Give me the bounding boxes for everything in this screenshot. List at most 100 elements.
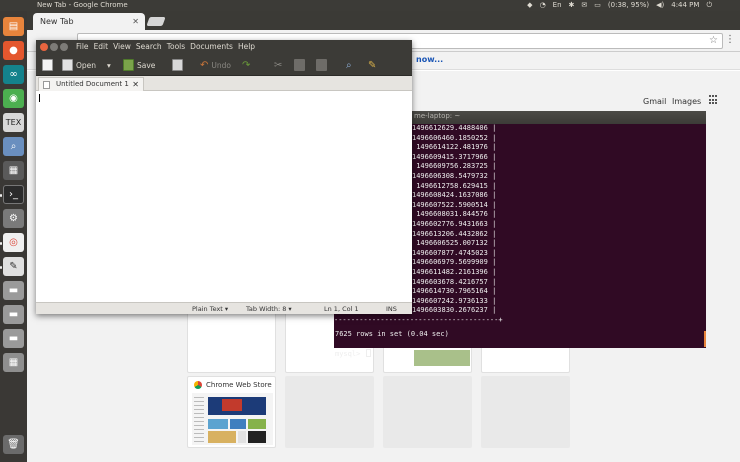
battery-status[interactable]: (0:38, 95%) [608, 0, 649, 11]
files-icon[interactable]: ▤ [3, 17, 24, 36]
prompt-text: mysql> [335, 350, 365, 358]
bookmark-star-icon[interactable]: ☆ [709, 35, 718, 46]
document-icon [43, 81, 50, 89]
trash-icon[interactable]: 🗑 [3, 435, 24, 454]
menu-edit[interactable]: Edit [94, 41, 109, 53]
settings-icon[interactable]: ⚙ [3, 209, 24, 228]
menu-view[interactable]: View [113, 41, 131, 53]
tab-width-selector[interactable]: Tab Width: 8 ▾ [246, 304, 292, 314]
minimize-window-icon[interactable] [50, 43, 58, 51]
clock[interactable]: 4:44 PM [671, 0, 699, 11]
new-tab-button[interactable] [146, 17, 166, 26]
bluetooth-icon[interactable]: ✱ [569, 0, 575, 11]
undo-label: Undo [211, 60, 231, 70]
keyboard-icon[interactable]: En [553, 0, 562, 11]
print-button[interactable] [172, 57, 183, 73]
empty-tile [383, 376, 472, 448]
close-window-icon[interactable] [40, 43, 48, 51]
maximize-window-icon[interactable] [60, 43, 68, 51]
terminal-line: 1496613206.4432862 | [412, 229, 497, 238]
gedit-statusbar: Plain Text ▾ Tab Width: 8 ▾ Ln 1, Col 1 … [36, 302, 412, 314]
close-tab-icon[interactable]: ✕ [132, 78, 139, 91]
images-link[interactable]: Images [672, 97, 701, 106]
open-dropdown-button[interactable]: ▾ [107, 57, 111, 73]
insert-mode: INS [386, 305, 397, 313]
dropbox-icon[interactable]: ◆ [527, 0, 532, 11]
gmail-link[interactable]: Gmail [643, 97, 666, 106]
menu-help[interactable]: Help [238, 41, 255, 53]
workspace-icon[interactable]: ▦ [3, 353, 24, 372]
gedit-icon[interactable]: ✎ [3, 257, 24, 276]
chrome-icon[interactable]: ◎ [3, 233, 24, 252]
undo-icon: ↶ [200, 59, 209, 71]
terminal-line: 1496614122.481976 | [412, 143, 497, 152]
language-selector[interactable]: Plain Text ▾ [192, 304, 228, 314]
power-icon[interactable]: ⏻ [706, 0, 712, 11]
document-tab[interactable]: Untitled Document 1 ✕ [38, 77, 144, 91]
chrome-web-store-tile[interactable]: Chrome Web Store [187, 376, 276, 448]
terminal-line: 1496607877.4745023 | [412, 248, 497, 257]
drive-icon[interactable]: ▬ [3, 281, 24, 300]
find-icon: ⌕ [346, 59, 352, 71]
new-document-button[interactable] [42, 57, 53, 73]
open-button[interactable]: Open [62, 57, 96, 73]
terminal-line: 1496609415.3717966 | [412, 152, 497, 161]
open-label: Open [76, 60, 97, 70]
drive-icon-3[interactable]: ▬ [3, 329, 24, 348]
software-updater-icon[interactable]: ◉ [3, 89, 24, 108]
system-monitor-icon[interactable]: ▦ [3, 161, 24, 180]
terminal-icon[interactable]: ›_ [3, 185, 24, 204]
gedit-window[interactable]: File Edit View Search Tools Documents He… [36, 40, 412, 314]
table-border-line: ---------------------------------------+ [334, 316, 503, 324]
volume-icon[interactable]: ◀) [656, 0, 664, 11]
cut-button[interactable]: ✂ [274, 57, 282, 73]
close-tab-icon[interactable]: ✕ [132, 13, 139, 30]
chrome-menu-icon[interactable]: ⋮ [725, 34, 735, 45]
chrome-tab-title: New Tab [40, 17, 74, 26]
firefox-icon[interactable]: ● [3, 41, 24, 60]
gedit-titlebar[interactable]: File Edit View Search Tools Documents He… [36, 40, 412, 54]
arduino-icon[interactable]: ∞ [3, 65, 24, 84]
terminal-line: 1496603830.2676237 | [412, 306, 497, 315]
menu-file[interactable]: File [76, 41, 89, 53]
network-icon[interactable]: ◔ [540, 0, 546, 11]
active-window-title: New Tab - Google Chrome [37, 1, 128, 9]
text-editor-area[interactable] [36, 91, 412, 302]
menu-documents[interactable]: Documents [190, 41, 233, 53]
find-button[interactable]: ⌕ [346, 57, 352, 73]
terminal-line: 1496609756.283725 | [412, 162, 497, 171]
redo-button[interactable]: ↷ [242, 57, 250, 73]
paste-button[interactable] [316, 57, 327, 73]
empty-tile [481, 376, 570, 448]
menu-tools[interactable]: Tools [167, 41, 185, 53]
chrome-tab-new-tab[interactable]: New Tab ✕ [33, 13, 145, 30]
terminal-line: 1496606525.007132 | [412, 239, 497, 248]
terminal-line: 1496608031.844576 | [412, 210, 497, 219]
empty-tile [285, 376, 374, 448]
paste-icon [316, 59, 327, 71]
apps-grid-icon[interactable] [709, 95, 719, 105]
undo-button[interactable]: ↶ Undo [200, 57, 231, 73]
terminal-line: 1496612629.4488406 | [412, 124, 497, 132]
menu-search[interactable]: Search [136, 41, 162, 53]
redo-icon: ↷ [242, 59, 251, 71]
battery-icon[interactable]: ▭ [594, 0, 601, 11]
chrome-web-store-icon [194, 381, 202, 389]
terminal-title: me-laptop: ~ [414, 112, 461, 120]
copy-button[interactable] [294, 57, 305, 73]
top-panel: New Tab - Google Chrome ◆ ◔ En ✱ ✉ ▭ (0:… [0, 0, 740, 11]
drive-icon-2[interactable]: ▬ [3, 305, 24, 324]
import-bookmarks-link[interactable]: now... [416, 55, 443, 64]
replace-button[interactable]: ✎ [368, 57, 376, 73]
chevron-down-icon: ▾ [107, 60, 111, 70]
mysql-prompt[interactable]: mysql> [335, 349, 371, 360]
terminal-line: 1496606308.5479732 | [412, 172, 497, 180]
search-icon[interactable]: ⌕ [3, 137, 24, 156]
mail-icon[interactable]: ✉ [581, 0, 587, 11]
save-button[interactable]: Save [123, 57, 155, 73]
terminal-cursor [365, 349, 371, 357]
text-caret [39, 94, 40, 102]
texmaker-icon[interactable]: TEX [3, 113, 24, 132]
cut-icon: ✂ [274, 59, 283, 71]
terminal-line: 1496607522.5900514 | [412, 200, 497, 209]
